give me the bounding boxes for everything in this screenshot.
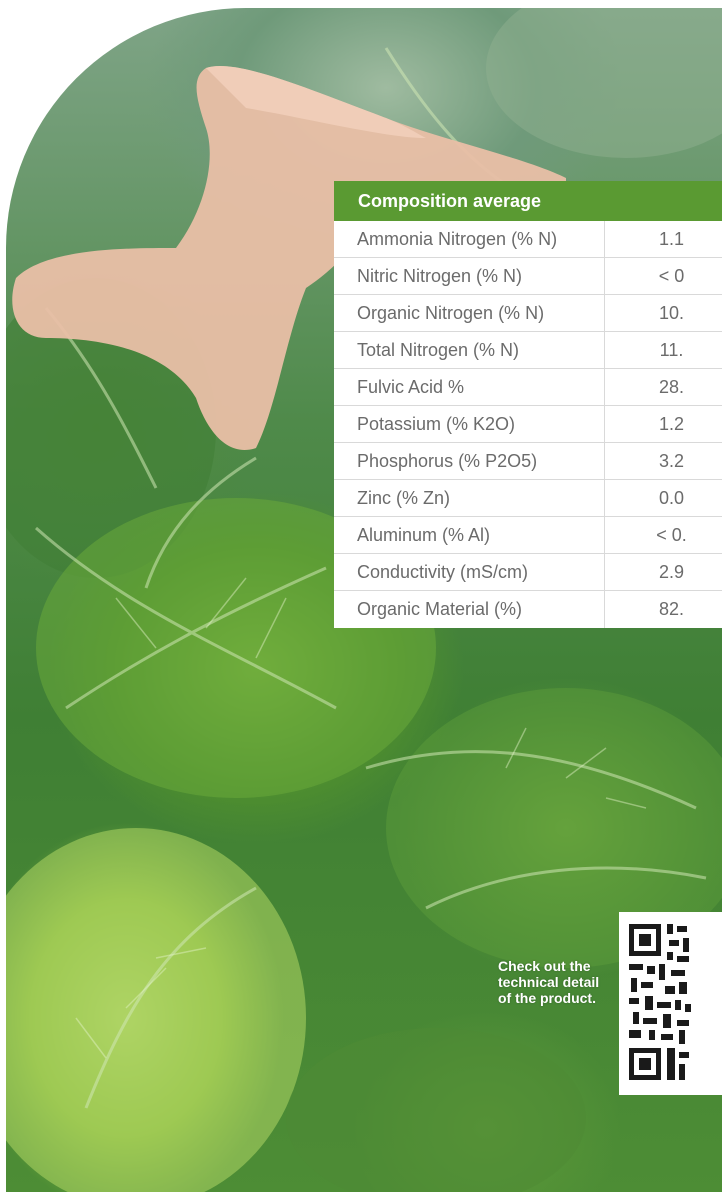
composition-row-label: Phosphorus (% P2O5) <box>334 443 605 479</box>
composition-row-label: Total Nitrogen (% N) <box>334 332 605 368</box>
composition-row-label: Ammonia Nitrogen (% N) <box>334 221 605 257</box>
qr-caption-line: technical detail <box>498 974 600 990</box>
composition-row-value: 3.2 <box>658 450 685 471</box>
composition-row: Ammonia Nitrogen (% N) 1.1 <box>334 221 722 258</box>
composition-row-label: Zinc (% Zn) <box>334 480 605 516</box>
composition-row: Nitric Nitrogen (% N) < 0 <box>334 258 722 295</box>
composition-row-value: 0.0 <box>658 487 685 508</box>
composition-row: Total Nitrogen (% N) 11. <box>334 332 722 369</box>
composition-row-value: 82. <box>658 599 685 619</box>
composition-row-value: 28. <box>658 376 685 397</box>
composition-row-label: Nitric Nitrogen (% N) <box>334 258 605 294</box>
composition-row: Potassium (% K2O) 1.2 <box>334 406 722 443</box>
composition-table: Composition average Ammonia Nitrogen (% … <box>334 181 722 628</box>
composition-row: Zinc (% Zn) 0.0 <box>334 480 722 517</box>
composition-row: Conductivity (mS/cm) 2.9 <box>334 554 722 591</box>
composition-title: Composition average <box>334 181 722 221</box>
qr-caption-line: of the product. <box>498 990 596 1006</box>
qr-caption-line: Check out the <box>498 958 591 974</box>
composition-row-value: < 0 <box>658 265 685 286</box>
composition-row: Organic Material (%) 82. <box>334 591 722 628</box>
composition-row-label: Fulvic Acid % <box>334 369 605 405</box>
composition-row-label: Organic Nitrogen (% N) <box>334 295 605 331</box>
composition-row-value: 11. <box>659 339 684 360</box>
composition-row: Organic Nitrogen (% N) 10. <box>334 295 722 332</box>
composition-row-value: < 0. <box>656 524 687 545</box>
composition-row-value: 10. <box>658 302 685 323</box>
composition-row-label: Aluminum (% Al) <box>334 517 605 553</box>
composition-row-label: Conductivity (mS/cm) <box>334 554 605 590</box>
composition-row: Aluminum (% Al) < 0. <box>334 517 722 554</box>
qr-caption: Check out the technical detail of the pr… <box>498 958 620 1006</box>
qr-code-icon <box>629 924 691 1080</box>
composition-row-value: 1.2 <box>658 413 685 434</box>
composition-row-value: 1.1 <box>658 228 685 249</box>
composition-row: Fulvic Acid % 28. <box>334 369 722 406</box>
composition-row-label: Organic Material (%) <box>334 591 605 628</box>
qr-code[interactable] <box>619 912 722 1095</box>
composition-row-value: 2.9 <box>658 561 685 582</box>
composition-row: Phosphorus (% P2O5) 3.2 <box>334 443 722 480</box>
composition-row-label: Potassium (% K2O) <box>334 406 605 442</box>
